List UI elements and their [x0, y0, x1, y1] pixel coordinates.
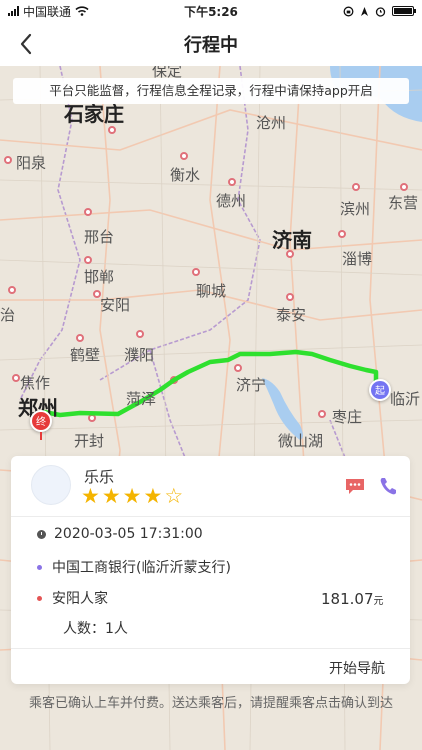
city-label: 淄博	[342, 250, 373, 268]
carrier-label: 中国联通	[23, 4, 72, 19]
end-marker[interactable]: 终	[30, 410, 52, 432]
city-label: 濮阳	[124, 346, 155, 364]
location-icon	[361, 6, 368, 16]
avatar	[31, 465, 71, 505]
city-label: 菏泽	[126, 390, 157, 408]
back-button[interactable]	[10, 28, 42, 60]
city-label: 微山湖	[278, 432, 324, 450]
origin-row: 中国工商银行(临沂沂蒙支行)	[37, 557, 231, 577]
city-label: 枣庄	[332, 408, 363, 426]
star-filled-icon: ★	[81, 484, 100, 508]
city-label: 济宁	[236, 376, 267, 394]
end-marker-pin	[40, 432, 42, 440]
star-filled-icon: ★	[122, 484, 142, 508]
city-label: 聊城	[196, 282, 227, 300]
city-label: 邯郸	[84, 268, 115, 286]
city-label: 济南	[272, 228, 312, 252]
status-left: 中国联通	[8, 3, 89, 20]
start-navigation-button[interactable]: 开始导航	[329, 658, 385, 678]
divider	[11, 516, 410, 517]
status-right	[343, 6, 416, 17]
divider	[11, 648, 410, 649]
phone-icon[interactable]	[377, 476, 399, 496]
wifi-icon	[75, 6, 89, 16]
destination-address: 安阳人家	[52, 591, 108, 607]
city-label: 邢台	[84, 228, 115, 246]
city-label: 泰安	[276, 306, 307, 324]
star-filled-icon: ★	[101, 484, 121, 508]
city-label: 治	[0, 306, 16, 324]
fare-amount: 181.07元	[321, 590, 384, 608]
city-label: 东营	[388, 194, 419, 212]
city-label: 沧州	[256, 114, 287, 132]
message-icon[interactable]	[344, 476, 366, 496]
star-filled-icon: ★	[143, 484, 163, 508]
battery-icon	[392, 6, 416, 16]
city-label: 滨州	[340, 200, 371, 218]
lock-rotation-icon	[343, 6, 354, 16]
alarm-icon	[375, 6, 386, 17]
fare-value: 181.07	[321, 590, 374, 608]
clock-icon	[37, 529, 46, 539]
footer-note: 乘客已确认上车并付费。送达乘客后，请提醒乘客点击确认到达	[28, 696, 393, 711]
origin-dot-icon	[37, 564, 42, 570]
destination-row: 安阳人家	[37, 588, 108, 608]
signal-icon	[8, 6, 19, 16]
city-label: 衡水	[170, 166, 201, 184]
departure-time-row: 2020-03-05 17:31:00	[37, 526, 203, 542]
rating-stars: ★ ★ ★ ★ ☆	[81, 484, 183, 508]
chevron-left-icon	[20, 33, 32, 55]
departure-time: 2020-03-05 17:31:00	[54, 526, 203, 542]
status-bar: 中国联通 下午5:26	[0, 0, 422, 22]
nav-bar: 行程中	[0, 22, 422, 66]
city-label: 阳泉	[16, 154, 47, 172]
city-label: 鹤壁	[70, 346, 101, 364]
city-label: 临沂	[390, 390, 421, 408]
passenger-count: 人数：1人	[63, 621, 128, 637]
city-label: 德州	[216, 192, 247, 210]
page-title: 行程中	[184, 35, 238, 56]
monitoring-notice: 平台只能监督，行程信息全程记录，行程中请保持app开启	[13, 78, 409, 104]
city-label: 安阳	[100, 296, 131, 314]
origin-address: 中国工商银行(临沂沂蒙支行)	[52, 560, 231, 576]
fare-unit: 元	[373, 596, 384, 607]
city-label: 焦作	[20, 374, 51, 392]
city-label: 开封	[74, 432, 105, 450]
trip-card: 乐乐 ★ ★ ★ ★ ☆ 2020-03-05 17:31:00 中国工商银行(临沂沂蒙…	[11, 456, 410, 684]
destination-dot-icon	[37, 595, 42, 601]
start-marker[interactable]: 起	[369, 379, 391, 401]
star-empty-icon: ☆	[164, 484, 184, 508]
